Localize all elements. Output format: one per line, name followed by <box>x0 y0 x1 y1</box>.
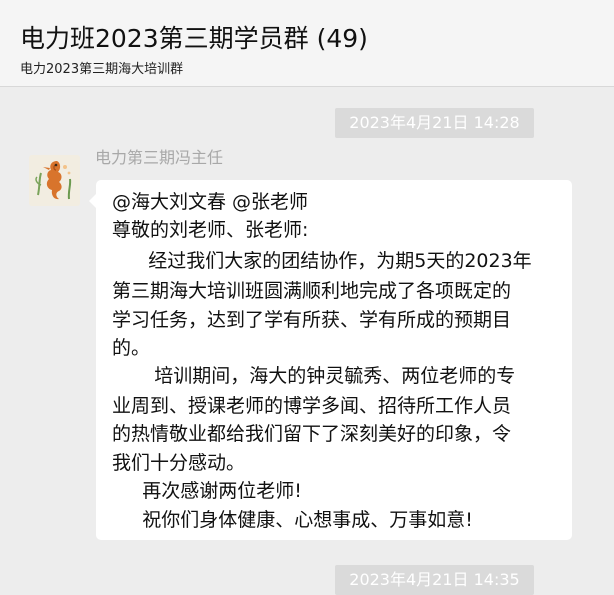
message-line: 的热情敬业都给我们留下了深刻美好的印象，令 <box>112 423 512 445</box>
message-line: 培训期间，海大的钟灵毓秀、两位老师的专 <box>112 365 516 387</box>
message-line: 经过我们大家的团结协作，为期5天的2023年 <box>112 250 532 272</box>
message-line: 再次感谢两位老师! <box>112 480 302 502</box>
message-line: 业周到、授课老师的博学多闻、招待所工作人员 <box>112 395 512 417</box>
message-line: 的。 <box>112 337 151 359</box>
group-title[interactable]: 电力班2023第三期学员群 (49) <box>20 22 368 56</box>
message-line: 第三期海大培训班圆满顺利地完成了各项既定的 <box>112 280 512 302</box>
message-line: 尊敬的刘老师、张老师: <box>112 219 309 241</box>
group-subtitle: 电力2023第三期海大培训群 <box>20 62 184 77</box>
message-line: 我们十分感动。 <box>112 452 246 474</box>
message-line: 学习任务，达到了学有所获、学有所成的预期目 <box>112 309 512 331</box>
seahorse-avatar-icon <box>29 155 80 206</box>
chat-area[interactable]: 2023年4月21日 14:28 电力第三期冯主任 @海大刘文春 @张老师 尊敬… <box>0 87 614 595</box>
message-timestamp: 2023年4月21日 14:28 <box>335 108 534 138</box>
message-timestamp: 2023年4月21日 14:35 <box>335 565 534 595</box>
message-bubble[interactable]: @海大刘文春 @张老师 尊敬的刘老师、张老师: 经过我们大家的团结协作，为期5天… <box>89 180 572 540</box>
avatar[interactable] <box>29 155 80 206</box>
chat-header: 电力班2023第三期学员群 (49) 电力2023第三期海大培训群 <box>0 0 614 87</box>
sender-name: 电力第三期冯主任 <box>95 148 224 167</box>
message-line: @海大刘文春 @张老师 <box>112 191 309 213</box>
message-line: 祝你们身体健康、心想事成、万事如意! <box>112 509 473 531</box>
